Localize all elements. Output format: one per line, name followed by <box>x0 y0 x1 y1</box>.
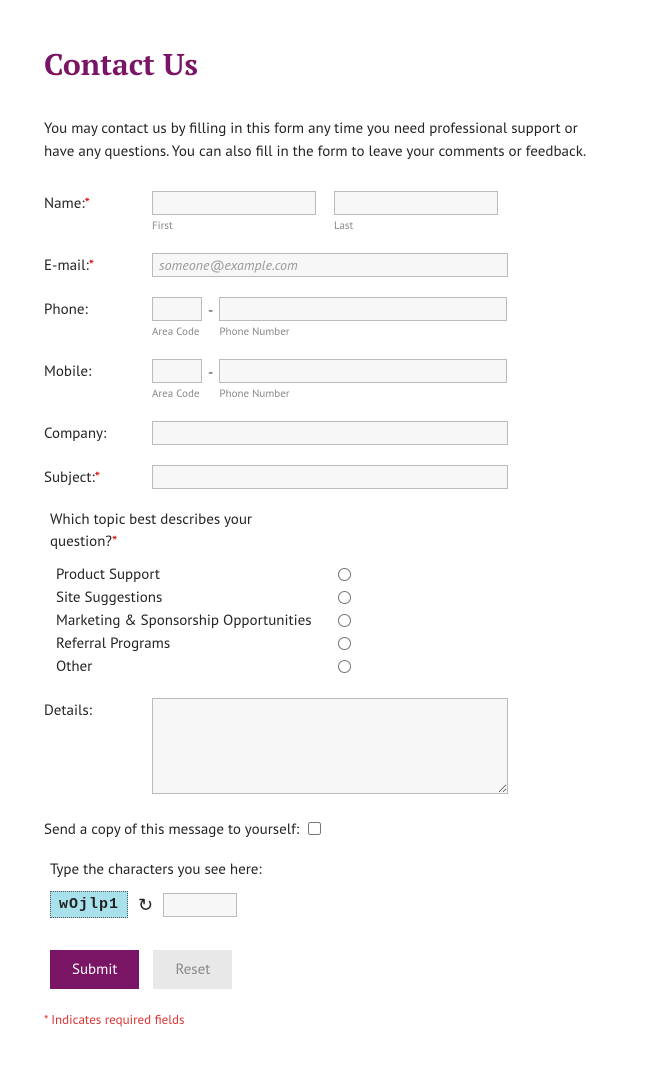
copy-self-checkbox[interactable] <box>308 822 321 835</box>
reset-button[interactable]: Reset <box>153 950 232 989</box>
subject-input[interactable] <box>152 465 508 489</box>
last-name-sublabel: Last <box>334 219 498 233</box>
mobile-row: Mobile: Area Code - Phone Number <box>44 359 603 401</box>
phone-number-sublabel: Phone Number <box>219 325 507 339</box>
email-input[interactable] <box>152 253 508 277</box>
first-name-input[interactable] <box>152 191 316 215</box>
submit-button[interactable]: Submit <box>50 950 139 989</box>
phone-area-sublabel: Area Code <box>152 325 202 339</box>
phone-label: Phone: <box>44 297 152 319</box>
mobile-area-code-input[interactable] <box>152 359 202 383</box>
phone-row: Phone: Area Code - Phone Number <box>44 297 603 339</box>
company-label: Company: <box>44 421 152 443</box>
subject-row: Subject:* <box>44 465 603 489</box>
required-footnote: * Indicates required fields <box>44 1011 603 1028</box>
topic-radio-site-suggestions[interactable] <box>338 591 351 604</box>
mobile-dash: - <box>208 363 213 401</box>
topic-radio-product-support[interactable] <box>338 568 351 581</box>
topic-option-row: Other <box>50 657 603 676</box>
button-row: Submit Reset <box>50 950 603 989</box>
mobile-label: Mobile: <box>44 359 152 381</box>
page-title: Contact Us <box>44 44 603 84</box>
first-name-sublabel: First <box>152 219 316 233</box>
phone-area-code-input[interactable] <box>152 297 202 321</box>
topic-radio-other[interactable] <box>338 660 351 673</box>
topic-option-row: Marketing & Sponsorship Opportunities <box>50 611 603 630</box>
company-row: Company: <box>44 421 603 445</box>
topic-option-row: Site Suggestions <box>50 588 603 607</box>
captcha-image: wOjlp1 <box>50 891 128 918</box>
captcha-input[interactable] <box>163 893 237 917</box>
last-name-input[interactable] <box>334 191 498 215</box>
name-row: Name:* First Last <box>44 191 603 233</box>
email-row: E-mail:* <box>44 253 603 277</box>
details-row: Details: <box>44 698 603 799</box>
topic-question: Which topic best describes your question… <box>50 509 310 553</box>
mobile-number-sublabel: Phone Number <box>219 387 507 401</box>
topic-option-label[interactable]: Product Support <box>50 565 338 584</box>
topic-option-label[interactable]: Other <box>50 657 338 676</box>
details-label: Details: <box>44 698 152 720</box>
copy-self-row: Send a copy of this message to yourself: <box>44 819 603 841</box>
topic-option-label[interactable]: Site Suggestions <box>50 588 338 607</box>
phone-number-input[interactable] <box>219 297 507 321</box>
details-textarea[interactable] <box>152 698 508 794</box>
topic-radio-referral[interactable] <box>338 637 351 650</box>
name-label: Name:* <box>44 191 152 213</box>
captcha-row: wOjlp1 ↻ <box>50 891 603 918</box>
topic-section: Which topic best describes your question… <box>50 509 603 676</box>
subject-label: Subject:* <box>44 465 152 487</box>
email-label: E-mail:* <box>44 253 152 275</box>
topic-option-row: Product Support <box>50 565 603 584</box>
copy-self-label: Send a copy of this message to yourself: <box>44 819 304 841</box>
topic-option-label[interactable]: Marketing & Sponsorship Opportunities <box>50 611 338 630</box>
mobile-area-sublabel: Area Code <box>152 387 202 401</box>
mobile-number-input[interactable] <box>219 359 507 383</box>
refresh-icon[interactable]: ↻ <box>138 893 153 916</box>
topic-option-label[interactable]: Referral Programs <box>50 634 338 653</box>
intro-text: You may contact us by filling in this fo… <box>44 118 603 163</box>
company-input[interactable] <box>152 421 508 445</box>
captcha-label: Type the characters you see here: <box>50 860 603 879</box>
phone-dash: - <box>208 301 213 339</box>
topic-option-row: Referral Programs <box>50 634 603 653</box>
topic-radio-marketing[interactable] <box>338 614 351 627</box>
